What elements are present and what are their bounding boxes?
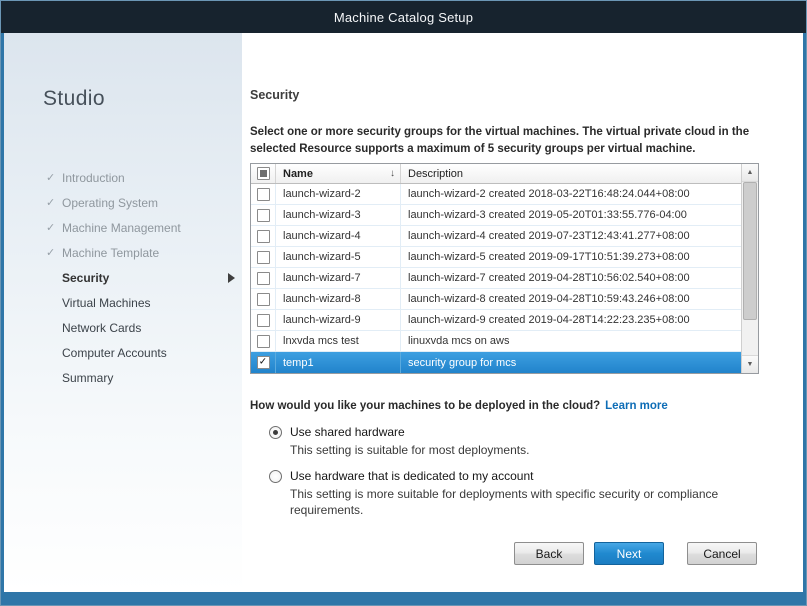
- step-check-icon: ✓: [46, 195, 55, 208]
- sidebar-step-virtual-machines: Virtual Machines: [4, 290, 242, 315]
- dedicated-hardware-description: This setting is more suitable for deploy…: [290, 486, 758, 518]
- cell-name: lnxvda mcs test: [276, 331, 401, 351]
- row-checkbox[interactable]: [257, 335, 270, 348]
- table-vertical-scrollbar[interactable]: ▲ ▼: [741, 164, 758, 373]
- sidebar-step-computer-accounts: Computer Accounts: [4, 340, 242, 365]
- cell-name: temp1: [276, 352, 401, 373]
- header-checkbox-cell: [251, 164, 276, 183]
- table-row[interactable]: launch-wizard-7 launch-wizard-7 created …: [251, 268, 741, 289]
- wizard-sidebar: Studio ✓ Introduction ✓ Operating System…: [4, 33, 242, 592]
- cell-name: launch-wizard-4: [276, 226, 401, 246]
- row-checkbox[interactable]: [257, 251, 270, 264]
- table-row[interactable]: lnxvda mcs test linuxvda mcs on aws: [251, 331, 741, 352]
- current-step-arrow-icon: [228, 273, 235, 283]
- back-button[interactable]: Back: [514, 542, 584, 565]
- security-groups-table: Name ↓ Description launch-wizard-2 launc…: [250, 163, 759, 374]
- table-row[interactable]: launch-wizard-8 launch-wizard-8 created …: [251, 289, 741, 310]
- step-label: Introduction: [62, 171, 125, 185]
- next-button[interactable]: Next: [594, 542, 664, 565]
- dedicated-hardware-radio[interactable]: [269, 470, 282, 483]
- learn-more-link[interactable]: Learn more: [605, 400, 668, 412]
- step-label: Summary: [62, 371, 113, 385]
- column-header-description[interactable]: Description: [401, 164, 741, 183]
- scrollbar-thumb[interactable]: [743, 182, 757, 320]
- sidebar-step-network-cards: Network Cards: [4, 315, 242, 340]
- sidebar-step-summary: Summary: [4, 365, 242, 390]
- shared-hardware-label[interactable]: Use shared hardware: [290, 425, 405, 439]
- cell-name: launch-wizard-3: [276, 205, 401, 225]
- step-check-icon: ✓: [46, 245, 55, 258]
- cell-description: launch-wizard-9 created 2019-04-28T14:22…: [401, 310, 741, 330]
- option-shared-hardware: Use shared hardware This setting is suit…: [269, 425, 759, 458]
- sort-descending-icon: ↓: [390, 168, 395, 179]
- step-label: Machine Management: [62, 221, 181, 235]
- cell-name: launch-wizard-9: [276, 310, 401, 330]
- cell-description: launch-wizard-5 created 2019-09-17T10:51…: [401, 247, 741, 267]
- sidebar-step-security[interactable]: Security: [4, 265, 242, 290]
- step-label: Network Cards: [62, 321, 141, 335]
- table-row[interactable]: launch-wizard-9 launch-wizard-9 created …: [251, 310, 741, 331]
- page-title: Security: [250, 88, 299, 102]
- step-label: Virtual Machines: [62, 296, 151, 310]
- row-checkbox[interactable]: [257, 314, 270, 327]
- row-checkbox[interactable]: [257, 272, 270, 285]
- select-all-checkbox[interactable]: [257, 167, 270, 180]
- shared-hardware-description: This setting is suitable for most deploy…: [290, 442, 758, 458]
- main-panel: Security Select one or more security gro…: [246, 33, 803, 592]
- table-row-selected[interactable]: ✓ temp1 security group for mcs: [251, 352, 741, 373]
- wizard-steps: ✓ Introduction ✓ Operating System ✓ Mach…: [4, 165, 242, 390]
- sidebar-step-operating-system[interactable]: ✓ Operating System: [4, 190, 242, 215]
- checkmark-icon: ✓: [259, 357, 267, 367]
- cancel-button[interactable]: Cancel: [687, 542, 757, 565]
- deploy-question: How would you like your machines to be d…: [250, 400, 668, 412]
- cell-description: launch-wizard-4 created 2019-07-23T12:43…: [401, 226, 741, 246]
- step-label: Machine Template: [62, 246, 159, 260]
- table-row[interactable]: launch-wizard-2 launch-wizard-2 created …: [251, 184, 741, 205]
- cell-description: launch-wizard-3 created 2019-05-20T01:33…: [401, 205, 741, 225]
- title-bar[interactable]: Machine Catalog Setup: [1, 1, 806, 33]
- table-row[interactable]: launch-wizard-4 launch-wizard-4 created …: [251, 226, 741, 247]
- table-row[interactable]: launch-wizard-5 launch-wizard-5 created …: [251, 247, 741, 268]
- sidebar-step-machine-management[interactable]: ✓ Machine Management: [4, 215, 242, 240]
- cell-description: launch-wizard-2 created 2018-03-22T16:48…: [401, 184, 741, 204]
- cell-description: launch-wizard-8 created 2019-04-28T10:59…: [401, 289, 741, 309]
- row-checkbox[interactable]: [257, 188, 270, 201]
- table-header-row: Name ↓ Description: [251, 164, 741, 184]
- machine-catalog-setup-window: Machine Catalog Setup Studio ✓ Introduct…: [0, 0, 807, 606]
- cell-name: launch-wizard-5: [276, 247, 401, 267]
- row-checkbox[interactable]: [257, 230, 270, 243]
- option-dedicated-hardware: Use hardware that is dedicated to my acc…: [269, 469, 759, 518]
- column-header-name[interactable]: Name ↓: [276, 164, 401, 183]
- window-title: Machine Catalog Setup: [334, 10, 473, 25]
- step-label: Operating System: [62, 196, 158, 210]
- step-check-icon: ✓: [46, 220, 55, 233]
- step-check-icon: ✓: [46, 170, 55, 183]
- row-checkbox[interactable]: [257, 293, 270, 306]
- cell-description: linuxvda mcs on aws: [401, 331, 741, 351]
- step-label: Security: [62, 271, 109, 285]
- cell-name: launch-wizard-7: [276, 268, 401, 288]
- step-label: Computer Accounts: [62, 346, 167, 360]
- cell-description: security group for mcs: [401, 352, 741, 373]
- dialog-content: Studio ✓ Introduction ✓ Operating System…: [4, 33, 803, 592]
- scroll-up-icon: ▲: [747, 169, 754, 176]
- instructions-text: Select one or more security groups for t…: [250, 124, 795, 157]
- table-row[interactable]: launch-wizard-3 launch-wizard-3 created …: [251, 205, 741, 226]
- cell-name: launch-wizard-2: [276, 184, 401, 204]
- sidebar-step-introduction[interactable]: ✓ Introduction: [4, 165, 242, 190]
- scroll-down-button[interactable]: ▼: [742, 355, 758, 373]
- dedicated-hardware-label[interactable]: Use hardware that is dedicated to my acc…: [290, 469, 533, 483]
- table-grid: Name ↓ Description launch-wizard-2 launc…: [251, 164, 741, 373]
- row-checkbox[interactable]: [257, 209, 270, 222]
- cell-name: launch-wizard-8: [276, 289, 401, 309]
- cell-description: launch-wizard-7 created 2019-04-28T10:56…: [401, 268, 741, 288]
- scroll-up-button[interactable]: ▲: [742, 164, 758, 182]
- shared-hardware-radio[interactable]: [269, 426, 282, 439]
- sidebar-step-machine-template[interactable]: ✓ Machine Template: [4, 240, 242, 265]
- scroll-down-icon: ▼: [747, 361, 754, 368]
- studio-logo: Studio: [43, 87, 242, 111]
- row-checkbox-checked[interactable]: ✓: [257, 356, 270, 369]
